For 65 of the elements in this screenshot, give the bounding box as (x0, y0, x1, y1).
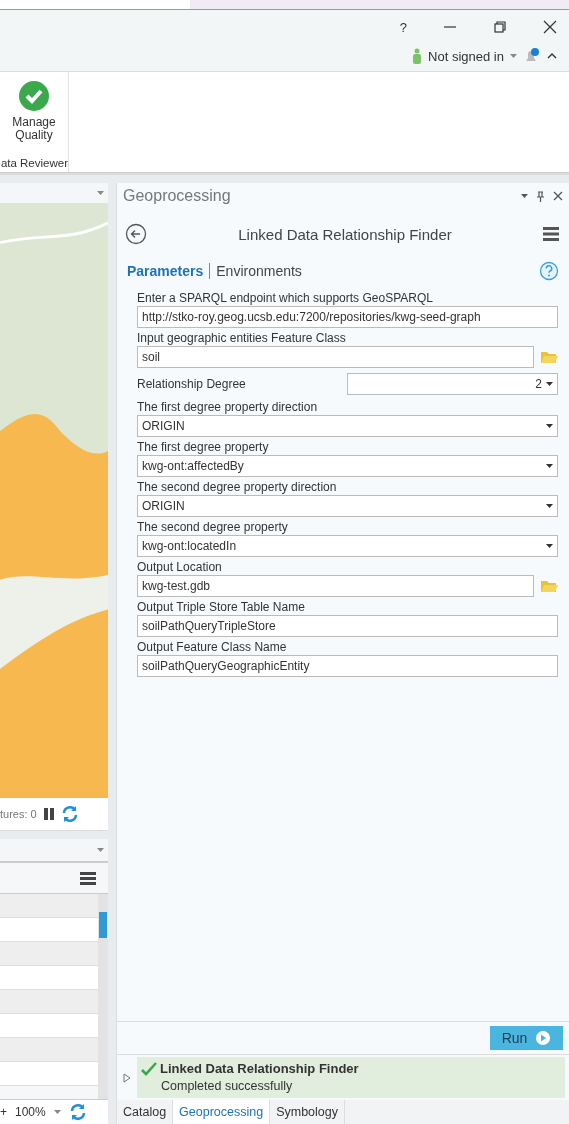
manage-quality-button[interactable]: Manage Quality (12, 72, 56, 142)
close-icon[interactable] (553, 191, 563, 201)
parameter-label: Input geographic entities Feature Class (137, 331, 347, 345)
caret-icon[interactable] (53, 1110, 61, 1114)
back-icon[interactable] (125, 223, 147, 245)
message-title: Linked Data Relationship Finder (160, 1061, 359, 1076)
restore-icon[interactable] (493, 20, 507, 34)
input-field[interactable]: kwg-test.gdb (137, 575, 534, 597)
parameter-label: Relationship Degree (137, 377, 246, 391)
tab[interactable]: Symbology (270, 1100, 345, 1124)
parameter-label: The second degree property (137, 520, 289, 534)
parameter-label: Output Feature Class Name (137, 640, 288, 654)
parameter-label: The second degree property direction (137, 480, 338, 494)
zoom-level[interactable]: 100% (15, 1105, 46, 1119)
parameter-label: The first degree property direction (137, 400, 319, 414)
run-button[interactable]: Run (490, 1026, 563, 1050)
check-circle-icon (18, 80, 50, 112)
feature-count: tures: 0 (0, 808, 37, 820)
input-field[interactable]: http://stko-roy.geog.ucsb.edu:7200/repositories/kwg-seed-graph (137, 306, 558, 328)
play-icon (535, 1030, 552, 1046)
parameter-label: The first degree property (137, 440, 270, 454)
caret-icon[interactable] (97, 191, 104, 195)
parameter-label: Enter a SPARQL endpoint which supports GeoSPARQL (137, 291, 434, 305)
parameter-label: Output Location (137, 560, 223, 574)
dropdown-field[interactable]: 2 (347, 373, 558, 395)
caret-icon (546, 424, 553, 428)
dropdown-field[interactable]: kwg-ont:affectedBy (137, 455, 558, 477)
tool-title: Linked Data Relationship Finder (238, 225, 452, 243)
caret-icon[interactable] (97, 848, 104, 852)
bell-icon[interactable] (523, 48, 541, 64)
refresh-icon[interactable] (60, 805, 79, 823)
collapse-icon[interactable] (547, 52, 557, 60)
parameter-label: Output Triple Store Table Name (137, 600, 306, 614)
tab[interactable]: Parameters (127, 263, 204, 279)
scrollbar[interactable] (98, 894, 108, 1099)
close-icon[interactable] (543, 20, 557, 34)
ribbon-group-label: ata Reviewer (0, 157, 68, 171)
zoom-in-button[interactable]: + (0, 1105, 7, 1119)
help-button[interactable]: ? (399, 19, 407, 35)
help-icon[interactable] (539, 261, 559, 281)
input-field[interactable]: soilPathQueryTripleStore (137, 615, 558, 637)
caret-icon (546, 504, 553, 508)
tab[interactable]: Environments (216, 263, 302, 279)
check-icon (141, 1061, 157, 1076)
caret-icon (546, 544, 553, 548)
tab[interactable]: Geoprocessing (173, 1100, 271, 1124)
pane-title: Geoprocessing (123, 187, 231, 205)
input-field[interactable]: soilPathQueryGeographicEntity (137, 655, 558, 677)
caret-icon[interactable] (521, 194, 528, 198)
expand-icon[interactable] (123, 1072, 131, 1083)
caret-icon (546, 464, 553, 468)
caret-icon[interactable] (510, 54, 517, 58)
pin-icon[interactable] (536, 190, 545, 202)
menu-icon[interactable] (543, 227, 559, 241)
pause-icon[interactable] (42, 807, 55, 821)
dropdown-field[interactable]: ORIGIN (137, 415, 558, 437)
user-icon (412, 48, 423, 64)
dropdown-field[interactable]: ORIGIN (137, 495, 558, 517)
account-menu[interactable]: Not signed in (428, 48, 504, 64)
menu-icon[interactable] (80, 871, 96, 885)
dropdown-field[interactable]: kwg-ont:locatedIn (137, 535, 558, 557)
message-status: Completed successfully (160, 1079, 293, 1093)
input-field[interactable]: soil (137, 346, 534, 368)
refresh-icon[interactable] (68, 1103, 87, 1121)
caret-icon (546, 382, 553, 386)
